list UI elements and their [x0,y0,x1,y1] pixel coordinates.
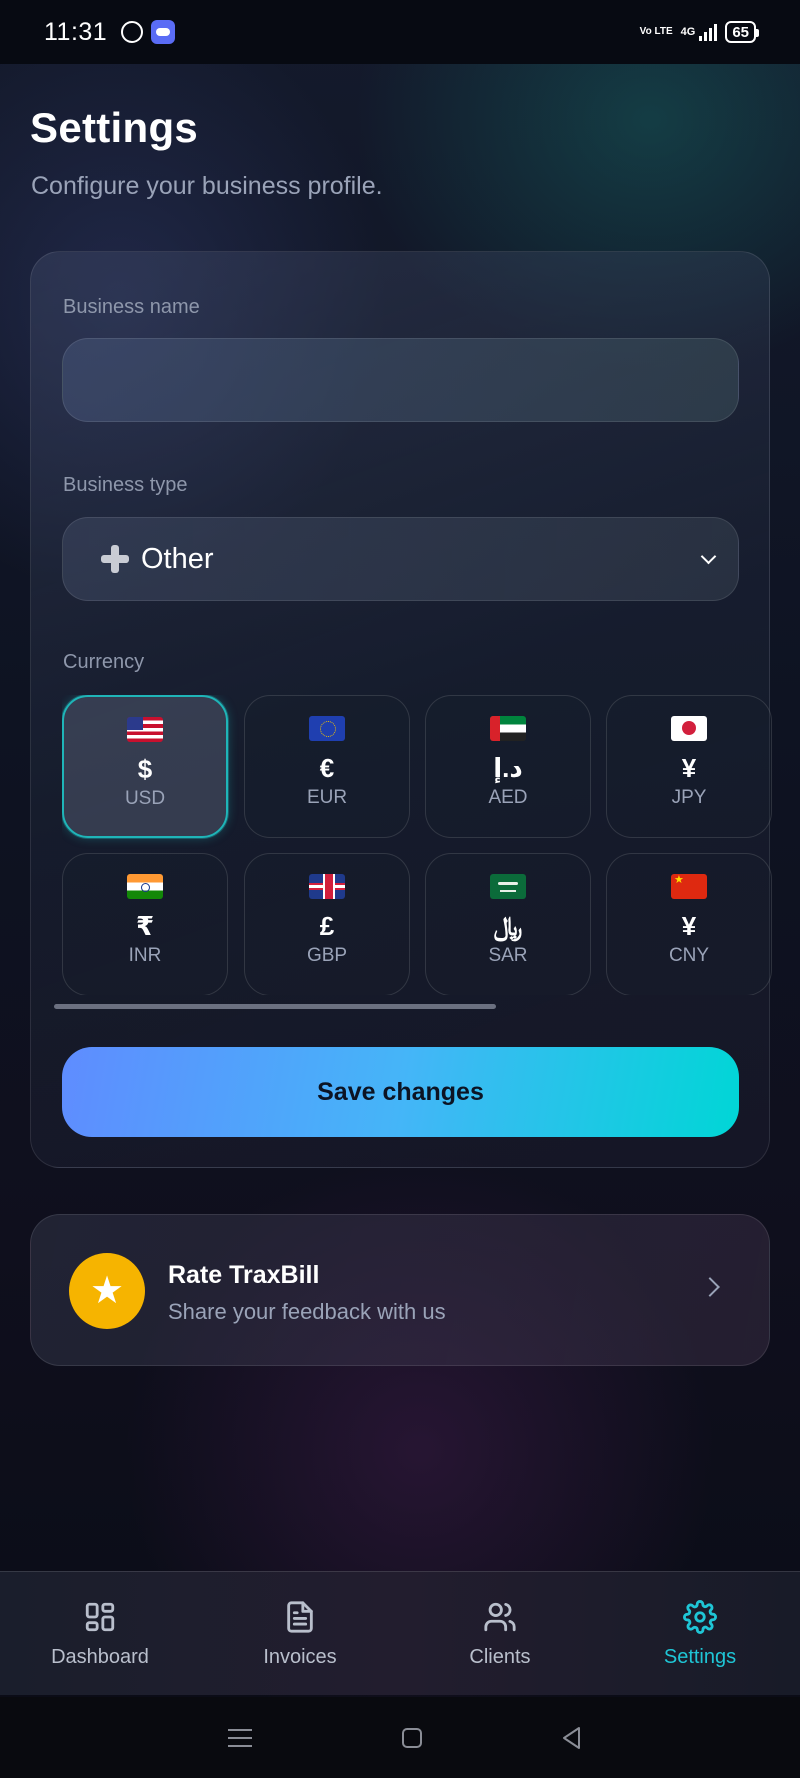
rate-subtitle: Share your feedback with us [168,1299,446,1324]
eu-flag-icon [309,716,345,741]
currency-code: CNY [668,945,710,966]
rate-title: Rate TraxBill [168,1261,320,1289]
currency-picker[interactable]: $ USD € EUR د.إ AED ¥ JPY ₹ INR £ GBP ﷼ … [62,695,778,995]
currency-code: GBP [306,945,348,966]
grid-icon [85,1602,115,1631]
status-time: 11:31 [44,17,108,46]
ae-flag-icon [490,716,526,741]
currency-code: INR [128,945,162,966]
currency-code: EUR [306,787,348,808]
nav-label: Settings [663,1645,737,1668]
users-icon [484,1602,516,1631]
star-icon: ★ [69,1253,145,1329]
currency-code: AED [488,787,528,808]
volte-indicator: Vo LTE [639,26,673,37]
us-flag-icon [127,717,163,742]
status-bar: 11:31 Vo LTE 4G 65 [0,0,800,64]
page-title: Settings [30,104,199,151]
in-flag-icon [127,874,163,899]
currency-symbol: ﷼ [493,911,523,941]
currency-option-eur[interactable]: € EUR [244,695,410,838]
system-nav-bar [0,1697,800,1778]
nav-label: Invoices [263,1645,337,1668]
currency-symbol: $ [137,754,153,784]
nav-clients[interactable]: Clients [400,1572,600,1696]
document-icon [287,1600,313,1633]
currency-code: USD [124,788,166,809]
nav-settings[interactable]: Settings [600,1572,800,1696]
business-name-input[interactable] [62,338,739,422]
currency-option-aed[interactable]: د.إ AED [425,695,591,838]
network-type: 4G [680,26,696,38]
battery-level: 65 [732,23,749,41]
currency-option-jpy[interactable]: ¥ JPY [606,695,772,838]
gear-icon [683,1599,717,1634]
whatsapp-icon [121,21,144,43]
jp-flag-icon [671,716,707,741]
business-profile-card: Business name Business type Other Curren… [30,251,772,1168]
currency-option-gbp[interactable]: £ GBP [244,853,410,995]
currency-code: SAR [488,945,528,966]
currency-scrollbar[interactable] [54,1004,496,1009]
currency-option-sar[interactable]: ﷼ SAR [425,853,591,995]
currency-option-cny[interactable]: ¥ CNY [606,853,772,995]
cloud-app-icon [151,20,176,44]
business-type-select[interactable]: Other [62,517,739,601]
nav-dashboard[interactable]: Dashboard [0,1572,200,1696]
currency-option-inr[interactable]: ₹ INR [62,853,228,995]
nav-label: Clients [469,1645,531,1668]
currency-symbol: ₹ [135,911,155,941]
currency-code: JPY [671,787,707,808]
currency-symbol: د.إ [493,753,523,783]
battery-icon: 65 [725,21,759,43]
save-button[interactable]: Save changes [62,1047,739,1137]
business-name-label: Business name [63,296,200,318]
page-subtitle: Configure your business profile. [31,172,383,200]
sa-flag-icon [490,874,526,899]
currency-symbol: ¥ [681,753,697,783]
nav-invoices[interactable]: Invoices [200,1572,400,1696]
currency-label: Currency [63,651,145,673]
rate-app-card[interactable]: ★ Rate TraxBill Share your feedback with… [30,1214,770,1366]
signal-icon [699,23,718,41]
currency-symbol: £ [319,911,335,941]
nav-label: Dashboard [51,1645,149,1668]
business-type-value: Other [141,542,214,575]
bottom-nav: Dashboard Invoices Clients Settings [0,1571,800,1695]
currency-symbol: ¥ [681,911,697,941]
recents-icon[interactable] [228,1728,252,1747]
cn-flag-icon [671,874,707,899]
currency-option-usd[interactable]: $ USD [62,695,228,838]
chevron-down-icon [700,548,717,564]
chevron-right-icon [700,1277,720,1297]
business-type-label: Business type [63,474,188,496]
home-icon[interactable] [402,1727,422,1748]
plus-icon [101,545,129,573]
currency-symbol: € [319,753,335,783]
gb-flag-icon [309,874,345,899]
